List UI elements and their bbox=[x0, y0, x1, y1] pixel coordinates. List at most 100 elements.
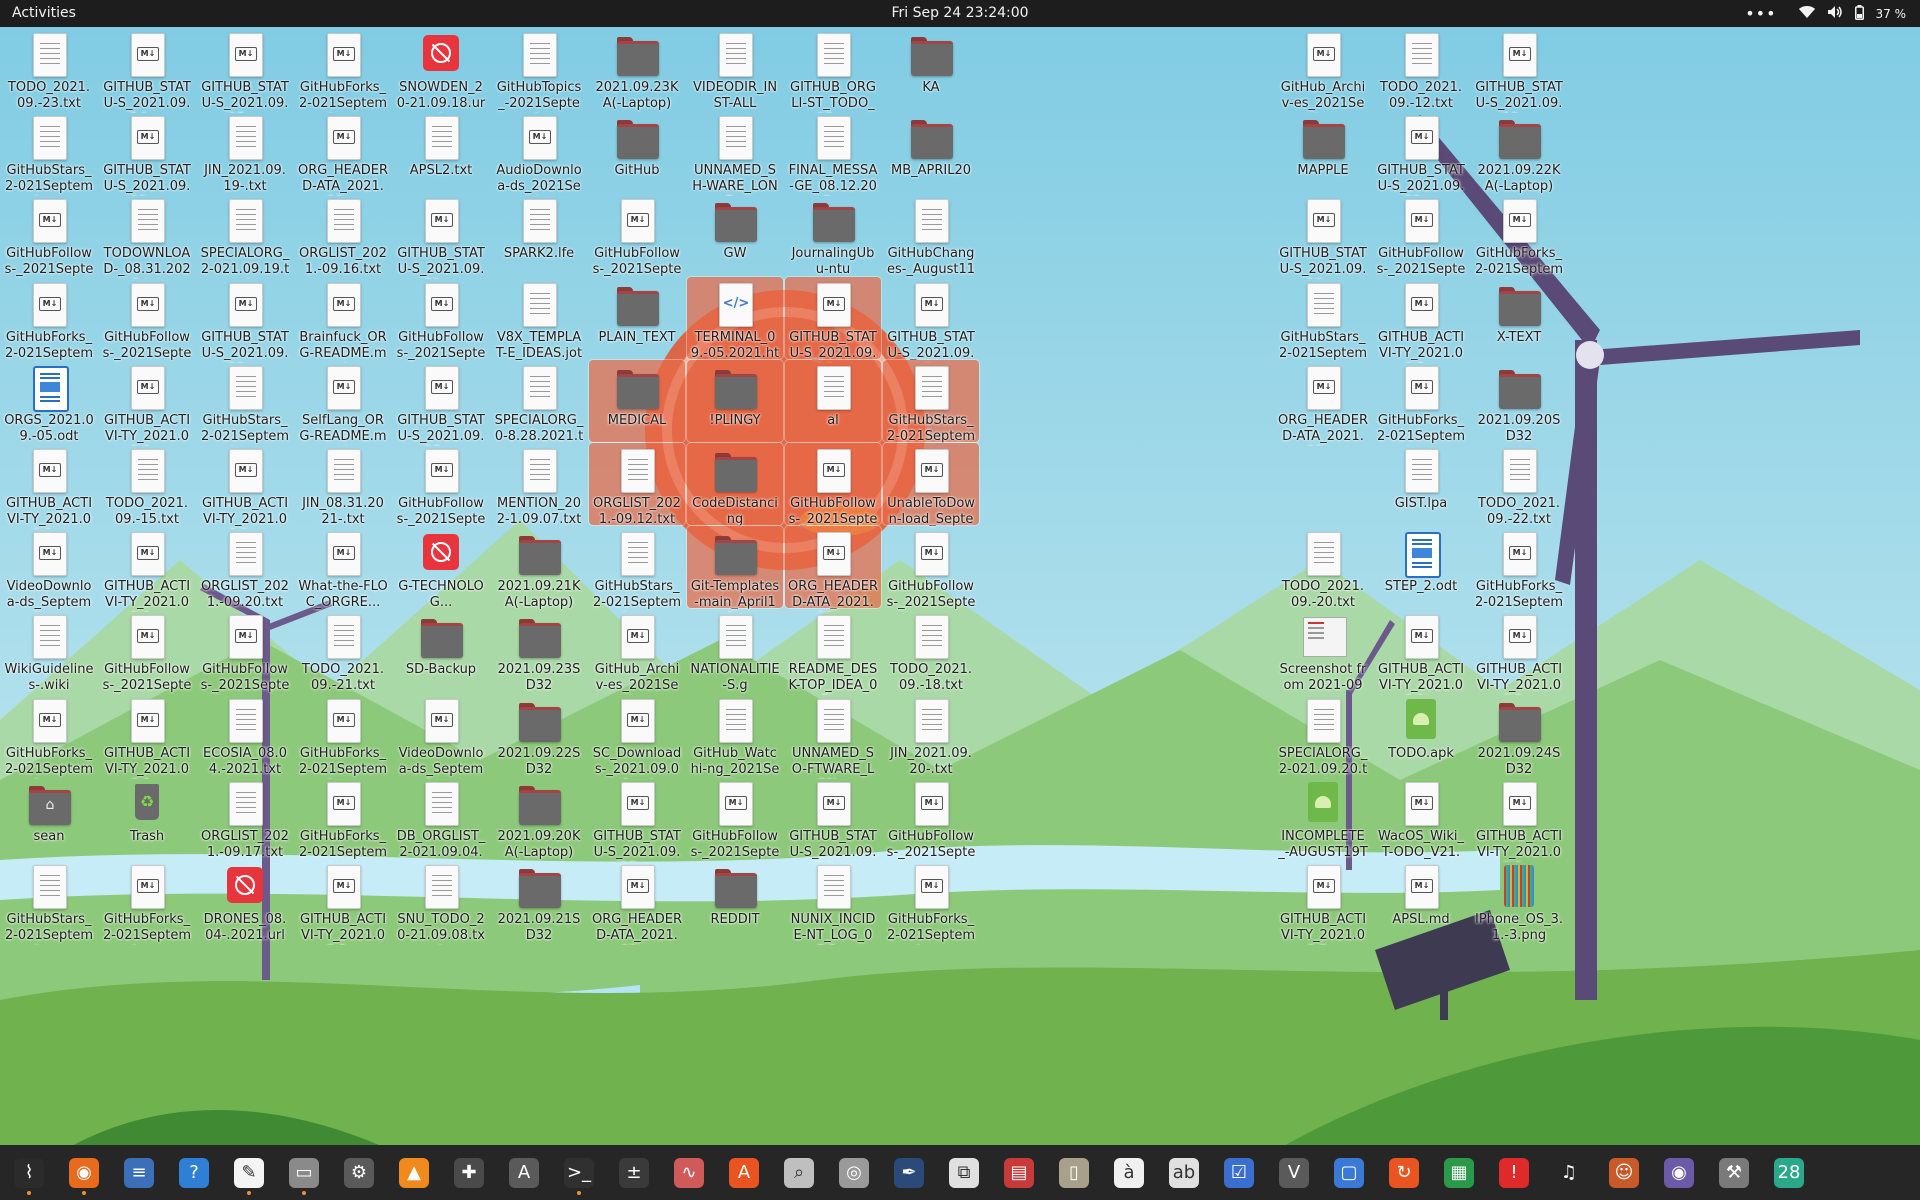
desktop-icon-folder[interactable]: 2021.09.23KA(-Laptop) bbox=[589, 27, 685, 111]
desktop-icon-folder[interactable]: Git-Templates-main_April14... bbox=[686, 525, 784, 612]
dock-firefox-button[interactable]: ◉ bbox=[61, 1150, 107, 1196]
desktop-icon-md[interactable]: M↓VideoDownloa-ds_Septembe... bbox=[393, 693, 489, 779]
dock-files-button[interactable]: ▭ bbox=[281, 1150, 327, 1196]
dock-tasks-button[interactable]: ☑ bbox=[1216, 1150, 1262, 1196]
desktop-icon-txt[interactable]: SPECIALORG_2-021.09.20.txt bbox=[1275, 693, 1371, 779]
desktop-icon-md[interactable]: M↓Brainfuck_ORG-README.md bbox=[295, 277, 391, 363]
desktop-icon-txt[interactable]: GIST.lpa bbox=[1373, 443, 1469, 525]
desktop-icon-txt[interactable]: GitHubStars_2-021Septembe... bbox=[1, 859, 97, 945]
dock-text-editor-button[interactable]: ≡ bbox=[116, 1150, 162, 1196]
desktop-icon-txt[interactable]: JIN_08.31.2021-.txt bbox=[295, 443, 391, 527]
desktop-icon-md[interactable]: M↓GITHUB_STATU-S_2021.09.22.... bbox=[1373, 110, 1469, 196]
desktop-icon-trash[interactable]: Trash bbox=[99, 776, 195, 858]
desktop-icon-txt[interactable]: SPECIALORG_2-021.09.19.txt bbox=[197, 193, 293, 279]
desktop-icon-txt[interactable]: FINAL_MESSA-GE_08.12.202... bbox=[785, 110, 881, 196]
desktop-icon-txt[interactable]: UNNAMED_SO-FTWARE_LON... bbox=[785, 693, 881, 779]
desktop-icon-md[interactable]: M↓GitHubFollows-_2021Septem... bbox=[393, 443, 489, 529]
desktop-icon-md[interactable]: M↓GitHubFollows-_2021Septem... bbox=[1373, 193, 1469, 279]
desktop-icon-apk[interactable]: TODO.apk bbox=[1373, 693, 1469, 775]
desktop-icon-md[interactable]: M↓SelfLang_ORG-README.md bbox=[295, 360, 391, 446]
dock-fonts-button[interactable]: ab bbox=[1161, 1150, 1207, 1196]
dock-notes-button[interactable]: ✎ bbox=[226, 1150, 272, 1196]
desktop-icon-md[interactable]: M↓GITHUB_ACTIVI-TY_2021.09.1... bbox=[1373, 609, 1469, 695]
dock-software-button[interactable]: A bbox=[721, 1150, 767, 1196]
desktop-icon-md[interactable]: M↓ORG_HEADERD-ATA_2021.09.... bbox=[295, 110, 391, 196]
dock-screenshot-button[interactable]: ⧉ bbox=[941, 1150, 987, 1196]
desktop-icon-md[interactable]: M↓GITHUB_STATU-S_2021.09.12.... bbox=[1471, 27, 1567, 113]
desktop-icon-txt[interactable]: TODO_2021.09.-18.txt bbox=[883, 609, 979, 693]
dock-calendar-button[interactable]: 28 bbox=[1766, 1150, 1812, 1196]
desktop-icon-md[interactable]: M↓GITHUB_ACTIVI-TY_2021.09.2... bbox=[1471, 609, 1567, 695]
dock-game-button[interactable]: ☺ bbox=[1601, 1150, 1647, 1196]
desktop-icon-md[interactable]: M↓GITHUB_STATU-S_2021.09.19.... bbox=[197, 277, 293, 363]
desktop-icon-md[interactable]: M↓GitHubForks_2-021Septembe... bbox=[1471, 193, 1567, 279]
desktop-icon-folder[interactable]: 2021.09.23SD32 bbox=[491, 609, 587, 693]
dock-tools-button[interactable]: ⚒ bbox=[1711, 1150, 1757, 1196]
desktop-icon-md[interactable]: M↓GitHubFollows-_2021Septem... bbox=[589, 193, 685, 279]
dock-spreadsheet-button[interactable]: ▦ bbox=[1436, 1150, 1482, 1196]
desktop-icon-folder[interactable]: CodeDistancing bbox=[686, 442, 784, 527]
desktop-icon-folder[interactable]: 2021.09.24SD32 bbox=[1471, 693, 1567, 777]
desktop-icon-txt[interactable]: MENTION_202-1.09.07.txt bbox=[491, 443, 587, 527]
desktop-icon-md[interactable]: M↓GitHubFollows-_2021Septem... bbox=[883, 526, 979, 612]
desktop-icon-md[interactable]: M↓GitHubForks_2-021Septembe... bbox=[1, 693, 97, 779]
desktop-icon-html[interactable]: </>TERMINAL_09.-05.2021.htm bbox=[686, 275, 784, 363]
desktop-icon-md[interactable]: M↓GitHubFollows-_2021Septem... bbox=[197, 609, 293, 695]
desktop-icon-md[interactable]: M↓GitHub_Archiv-es_2021Septe... bbox=[589, 609, 685, 695]
desktop-icon-folder[interactable]: SD-Backup bbox=[393, 609, 489, 691]
desktop-icon-md[interactable]: M↓GITHUB_STATU-S_2021.09.17.... bbox=[883, 277, 979, 363]
desktop-icon-txt[interactable]: SNU_TODO_20-21.09.08.txt bbox=[393, 859, 489, 945]
desktop-icon-txt[interactable]: NUNIX_INCIDE-NT_LOG_08.1... bbox=[785, 859, 881, 945]
desktop-icon-txt[interactable]: VIDEODIR_INST-ALL bbox=[687, 27, 783, 111]
desktop-icon-txt[interactable]: TODO_2021.09.-21.txt bbox=[295, 609, 391, 693]
desktop-icon-md[interactable]: M↓GitHubForks_2-021Septembe... bbox=[883, 859, 979, 945]
desktop-icon-txt[interactable]: ORGLIST_2021.-09.16.txt bbox=[295, 193, 391, 277]
desktop-icon-folder[interactable]: JournalingUbu-ntu bbox=[785, 193, 881, 277]
desktop-icon-txt[interactable]: JIN_2021.09.20-.txt bbox=[883, 693, 979, 777]
desktop-icon-txt[interactable]: GitHubStars_2-021Septembe... bbox=[1275, 277, 1371, 363]
dock-pulse-button[interactable]: ∿ bbox=[666, 1150, 712, 1196]
system-menu[interactable]: ••• 37 % bbox=[1745, 0, 1906, 27]
dock-remote-desktop-button[interactable]: ▢ bbox=[1326, 1150, 1372, 1196]
desktop-icon-md[interactable]: M↓GITHUB_ACTIVI-TY_2021.09.1... bbox=[1471, 776, 1567, 862]
desktop-icon-folder[interactable]: MEDICAL bbox=[588, 358, 686, 443]
desktop-icon-md[interactable]: M↓GITHUB_ACTIVI-TY_2021.09.1... bbox=[1, 443, 97, 529]
dock-search-button[interactable]: ⌕ bbox=[776, 1150, 822, 1196]
desktop-icon-folder[interactable]: 2021.09.22SD32 bbox=[491, 693, 587, 777]
desktop-icon-txt[interactable]: JIN_2021.09.19-.txt bbox=[197, 110, 293, 194]
desktop-icon-txt[interactable]: TODO_2021.09.-12.txt bbox=[1373, 27, 1469, 111]
desktop-icon-md[interactable]: M↓GitHubForks_2-021Septembe... bbox=[99, 859, 195, 945]
desktop-icon-txt[interactable]: GitHub_Watchi-ng_2021Sept... bbox=[687, 693, 783, 779]
desktop-icon-folder[interactable]: GW bbox=[687, 193, 783, 275]
desktop-icon-md[interactable]: M↓GITHUB_ACTIVI-TY_2021.09.1... bbox=[197, 443, 293, 529]
desktop-icon-txt[interactable]: TODO_2021.09.-15.txt bbox=[99, 443, 195, 527]
desktop-icon-txt[interactable]: ECOSIA_08.04.-2021.txt bbox=[197, 693, 293, 777]
desktop-icon-md[interactable]: M↓GITHUB_STATU-S_2021.09.16.... bbox=[784, 275, 882, 363]
desktop-icon-md[interactable]: M↓GitHubFollows-_2021Septem... bbox=[99, 609, 195, 695]
desktop-icon-md[interactable]: M↓GITHUB_ACTIVI-TY_2021.09.2... bbox=[1373, 277, 1469, 363]
desktop-icon-txt[interactable]: GitHubStars_2-021Septembe... bbox=[882, 358, 980, 446]
desktop-icon-folder[interactable]: REDDIT bbox=[687, 859, 783, 941]
desktop-icon-folder[interactable]: PLAIN_TEXT bbox=[589, 277, 685, 359]
desktop-icon-folder[interactable]: 2021.09.20KA(-Laptop) bbox=[491, 776, 587, 860]
dock-updater-button[interactable]: ↻ bbox=[1381, 1150, 1427, 1196]
desktop-icon-md[interactable]: M↓ORG_HEADERD-ATA_2021.09.... bbox=[1275, 360, 1371, 446]
desktop-icon-txt[interactable]: ORGLIST_2021.-09.17.txt bbox=[197, 776, 293, 860]
desktop-icon-odt[interactable]: STEP_2.odt bbox=[1373, 526, 1469, 608]
desktop-icon-txt[interactable]: TODO_2021.09.-20.txt bbox=[1275, 526, 1371, 610]
desktop-icon-txt[interactable]: al bbox=[784, 358, 882, 443]
desktop-icon-txt[interactable]: WikiGuidelines-.wiki bbox=[1, 609, 97, 693]
desktop-icon-md[interactable]: M↓GITHUB_STATU-S_2021.09.18.... bbox=[1275, 193, 1371, 279]
desktop-icon-md[interactable]: M↓GitHubForks_2-021Septembe... bbox=[1471, 526, 1567, 612]
desktop-icon-txt[interactable]: V8X_TEMPLAT-E_IDEAS.jot bbox=[491, 277, 587, 361]
desktop-icon-folder[interactable]: 2021.09.22KA(-Laptop) bbox=[1471, 110, 1567, 194]
dock-disks-button[interactable]: ◎ bbox=[831, 1150, 877, 1196]
desktop-icon-folder[interactable]: 2021.09.21KA(-Laptop) bbox=[491, 526, 587, 610]
dock-webcam-button[interactable]: ◉ bbox=[1656, 1150, 1702, 1196]
dock-pdf-button[interactable]: ▤ bbox=[996, 1150, 1042, 1196]
dock-vim-button[interactable]: V bbox=[1271, 1150, 1317, 1196]
desktop-icon-md[interactable]: M↓ What-the-FLOC_ORGRE... bbox=[295, 526, 391, 610]
desktop-icon-md[interactable]: M↓GitHub_Archiv-es_2021Septe... bbox=[1275, 27, 1371, 113]
desktop-icon-txt[interactable]: ORGLIST_2021.-09.12.txt bbox=[588, 442, 686, 527]
desktop-icon-txt[interactable]: SPECIALORG_0-8.28.2021.txt bbox=[491, 360, 587, 446]
